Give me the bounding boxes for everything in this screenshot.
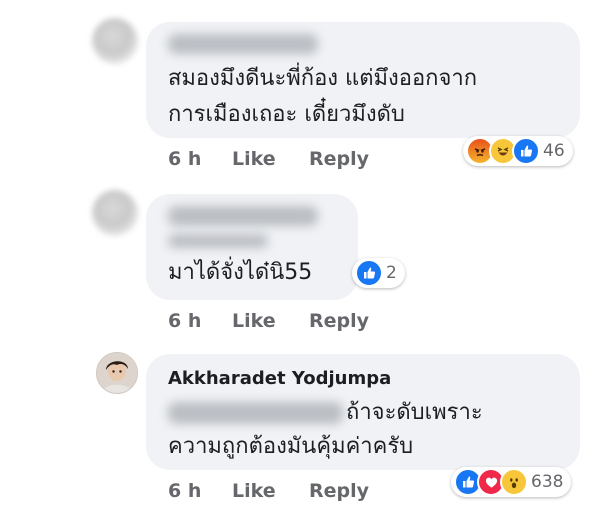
comment-1-timestamp[interactable]: 6 h xyxy=(168,148,201,170)
comment-2-text-line-1: มาได้จั่งได๋นิ55 xyxy=(168,260,313,285)
comment-3-like-button[interactable]: Like xyxy=(232,480,276,502)
comment-1-reaction-count: 46 xyxy=(543,141,565,161)
like-icon xyxy=(512,137,540,165)
comment-1-bubble: สมองมึงดีนะพี่ก้อง แต่มึงออกจาก การเมือง… xyxy=(146,22,580,138)
comment-1-author-redacted[interactable] xyxy=(168,34,318,54)
comment-3-tag-redacted[interactable] xyxy=(168,402,343,424)
comment-3-reaction-count: 638 xyxy=(531,472,564,492)
commenter-3-avatar[interactable] xyxy=(96,352,138,394)
comment-1-reactions[interactable]: 46 xyxy=(463,136,573,166)
comment-2-bubble: มาได้จั่งได๋นิ55 xyxy=(146,194,358,300)
comment-1-reply-button[interactable]: Reply xyxy=(309,148,369,170)
comment-3-text-line-2: ความถูกต้องมันคุ้มค่าครับ xyxy=(168,434,414,459)
comment-2-like-button[interactable]: Like xyxy=(232,310,276,332)
comment-3-author[interactable]: Akkharadet Yodjumpa xyxy=(168,368,391,389)
comment-3-text-line-1: ถ้าจะดับเพราะ xyxy=(346,400,483,425)
comment-2-author-redacted-2 xyxy=(168,234,268,248)
like-icon xyxy=(355,259,383,287)
comment-2-author-redacted[interactable] xyxy=(168,206,318,226)
comment-3-bubble: Akkharadet Yodjumpa ถ้าจะดับเพราะ ความถู… xyxy=(146,354,580,470)
commenter-2-avatar[interactable] xyxy=(92,190,138,236)
comment-3-reactions[interactable]: 638 xyxy=(451,467,572,497)
commenter-1-avatar[interactable] xyxy=(92,18,138,64)
comment-1-text-line-2: การเมืองเถอะ เดี๋ยวมึงดับ xyxy=(168,102,405,127)
comment-2-reaction-count: 2 xyxy=(386,263,397,283)
wow-icon xyxy=(500,468,528,496)
comment-2-reply-button[interactable]: Reply xyxy=(309,310,369,332)
comment-3-timestamp[interactable]: 6 h xyxy=(168,480,201,502)
comment-1-text-line-1: สมองมึงดีนะพี่ก้อง แต่มึงออกจาก xyxy=(168,66,478,91)
comment-1-like-button[interactable]: Like xyxy=(232,148,276,170)
comment-2-timestamp[interactable]: 6 h xyxy=(168,310,201,332)
comment-3-reply-button[interactable]: Reply xyxy=(309,480,369,502)
comment-2-reactions[interactable]: 2 xyxy=(352,258,405,288)
